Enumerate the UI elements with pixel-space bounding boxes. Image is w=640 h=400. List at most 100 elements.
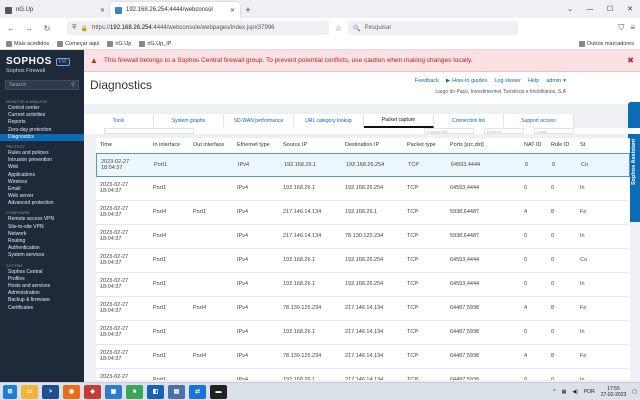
table-row[interactable]: 2023-02-2718:04:37Port1IPv4192.168.26.12… <box>96 321 630 345</box>
sidebar-item-ips[interactable]: Intrusion prevention <box>0 157 84 164</box>
table-row[interactable]: 2023-02-27 18:04:37 Port1 Port4 IPv4 78.130.1… <box>96 297 630 321</box>
col-status[interactable]: St <box>580 142 585 148</box>
sidebar-item-backup[interactable]: Backup & firmware <box>0 297 84 304</box>
col-packet-type[interactable]: Packet type <box>407 142 436 148</box>
sidebar-item-web-server[interactable]: Web server <box>0 193 84 200</box>
sidebar-item-routing[interactable]: Routing <box>0 238 84 245</box>
chevron-up-icon[interactable]: ^ <box>553 389 555 395</box>
sidebar-item-web[interactable]: Web <box>0 164 84 171</box>
table-row[interactable]: 2023-02-27 18:04:37 Port1 IPv4 192.168.26.1 1… <box>96 177 630 201</box>
teamviewer-icon[interactable]: ⇄ <box>189 384 206 399</box>
tab-sdwan-performance[interactable]: SD-WAN performance <box>224 114 294 128</box>
sidebar-item-email[interactable]: Email <box>0 186 84 193</box>
sidebar-item-diagnostics[interactable]: Diagnostics <box>0 133 84 141</box>
clock[interactable]: 17:55 27-02-2023 <box>601 386 627 398</box>
shield-icon[interactable]: ⛉ <box>618 23 624 33</box>
sidebar-item-remote-vpn[interactable]: Remote access VPN <box>0 216 84 223</box>
sidebar-item-system-services[interactable]: System services <box>0 252 84 259</box>
close-icon[interactable]: ✕ <box>620 0 640 18</box>
sidebar-search-input[interactable]: Search ⚲ <box>5 80 79 90</box>
sidebar-item-network[interactable]: Network <box>0 231 84 238</box>
admin-menu[interactable]: admin ▾ <box>546 78 566 84</box>
sidebar-item-site-vpn[interactable]: Site-to-site VPN <box>0 224 84 231</box>
display-filter-button[interactable]: Display filter <box>424 128 474 134</box>
table-row[interactable]: 2023-02-2718:04:37Port1IPv4192.168.26.12… <box>96 369 630 380</box>
bookmark-get-started[interactable]: Começar aqui <box>57 40 99 47</box>
sidebar-item-applications[interactable]: Applications <box>0 172 84 179</box>
close-icon[interactable]: ✖ <box>627 56 634 65</box>
col-rule-id[interactable]: Rule ID <box>551 142 569 148</box>
close-icon[interactable]: ✕ <box>100 7 105 14</box>
network-icon[interactable]: ▦ <box>562 389 567 395</box>
terminal-icon[interactable]: ▬ <box>210 384 227 399</box>
col-nat-id[interactable]: NAT ID <box>524 142 542 148</box>
app-icon[interactable]: ■ <box>126 384 143 399</box>
clear-button[interactable]: Clear <box>534 128 574 134</box>
col-destination-ip[interactable]: Destination IP <box>345 142 379 148</box>
sidebar-item-zero-day[interactable]: Zero-day protection <box>0 127 84 134</box>
sidebar-item-profiles[interactable]: Profiles <box>0 276 84 283</box>
sidebar-item-control-center[interactable]: Control center <box>0 105 84 112</box>
sidebar-item-advanced[interactable]: Advanced protection <box>0 200 84 207</box>
table-row[interactable]: 2023-02-27 18:04:37 Port1 IPv4 192.168.26.1 1… <box>96 249 630 273</box>
filter-field[interactable] <box>104 128 194 134</box>
sidebar-item-administration[interactable]: Administration <box>0 290 84 297</box>
table-row[interactable]: 2023-02-27 18:04:37 Port1 IPv4 192.168.26.1 1… <box>96 153 630 177</box>
col-out-interface[interactable]: Out interface <box>193 142 225 148</box>
reload-icon[interactable]: ↻ <box>41 22 53 34</box>
sidebar-item-certificates[interactable]: Certificates <box>0 305 84 312</box>
powershell-icon[interactable]: > <box>42 384 59 399</box>
col-in-interface[interactable]: In interface <box>153 142 180 148</box>
file-explorer-icon[interactable]: ▭ <box>21 384 38 399</box>
app-icon[interactable]: ▣ <box>105 384 122 399</box>
close-icon[interactable]: ✕ <box>230 7 235 14</box>
app-icon[interactable]: ◧ <box>147 384 164 399</box>
browser-tab-webconsole[interactable]: 192.168.26.254:4444/webconsol ✕ <box>110 2 240 18</box>
sidebar-item-current-activities[interactable]: Current activities <box>0 112 84 119</box>
tab-system-graphs[interactable]: System graphs <box>154 114 224 128</box>
table-row[interactable]: 2023-02-27 18:04:37 Port1 IPv4 192.168.26.1 1… <box>96 273 630 297</box>
menu-icon[interactable]: ≡ <box>630 23 635 33</box>
sidebar-item-hosts[interactable]: Hosts and services <box>0 283 84 290</box>
bookmark-ngup[interactable]: nG.Up <box>107 40 131 47</box>
sidebar-item-authentication[interactable]: Authentication <box>0 245 84 252</box>
notification-icon[interactable]: ▢ <box>632 389 637 395</box>
sidebar-item-reports[interactable]: Reports <box>0 119 84 126</box>
chevron-down-icon[interactable]: ⌄ <box>560 0 580 18</box>
tab-tools[interactable]: Tools <box>84 114 154 128</box>
minimize-icon[interactable]: — <box>580 0 600 18</box>
back-icon[interactable]: ← <box>5 22 17 34</box>
help-link[interactable]: Help <box>528 78 539 84</box>
tab-connection-list[interactable]: Connection list <box>434 114 504 128</box>
col-ports[interactable]: Ports [src,dst] <box>450 142 484 148</box>
sidebar-item-rules[interactable]: Rules and policies <box>0 150 84 157</box>
col-source-ip[interactable]: Source IP <box>283 142 307 148</box>
url-bar[interactable]: ⛨ 🔒 https://192.168.26.254:4444/webconso… <box>67 21 329 35</box>
table-row[interactable]: 2023-02-27 18:04:37 Port1 Port4 IPv4 78.130.1… <box>96 345 630 369</box>
col-ethernet-type[interactable]: Ethernet type <box>237 142 270 148</box>
col-time[interactable]: Time <box>100 142 112 148</box>
refresh-button[interactable]: Refresh <box>484 128 524 134</box>
forward-icon[interactable]: → <box>23 22 35 34</box>
feedback-link[interactable]: Feedback <box>415 78 439 84</box>
language-indicator[interactable]: POR <box>584 389 595 395</box>
bookmark-most-visited[interactable]: Mais acedidos <box>6 40 49 47</box>
table-row[interactable]: 2023-02-27 18:04:37 Port4 Port1 IPv4 217.146.… <box>96 201 630 225</box>
sidebar-item-wireless[interactable]: Wireless <box>0 179 84 186</box>
tab-packet-capture[interactable]: Packet capture <box>364 114 434 128</box>
app-icon[interactable]: ◆ <box>84 384 101 399</box>
tab-support-access[interactable]: Support access <box>504 114 574 128</box>
how-to-guides-link[interactable]: ▶ How-to guides <box>446 78 487 84</box>
new-tab-button[interactable]: + <box>240 2 256 18</box>
search-input[interactable]: 🔍 Pesquisar <box>348 21 519 35</box>
table-row[interactable]: 2023-02-27 18:04:37 Port4 IPv4 217.146.14.13… <box>96 225 630 249</box>
windows-start-icon[interactable]: ⊞ <box>3 384 17 399</box>
maximize-icon[interactable]: ☐ <box>600 0 620 18</box>
browser-tab-ngup[interactable]: nG.Up ✕ <box>0 2 110 18</box>
log-viewer-link[interactable]: Log viewer <box>494 78 521 84</box>
app-icon[interactable]: ▤ <box>168 384 185 399</box>
bookmark-ngup-ip[interactable]: nG.Up_IP <box>139 40 171 47</box>
sidebar-item-sophos-central[interactable]: Sophos Central <box>0 269 84 276</box>
firefox-icon[interactable]: ◉ <box>63 384 80 399</box>
bookmark-star-icon[interactable]: ☆ <box>335 24 342 33</box>
